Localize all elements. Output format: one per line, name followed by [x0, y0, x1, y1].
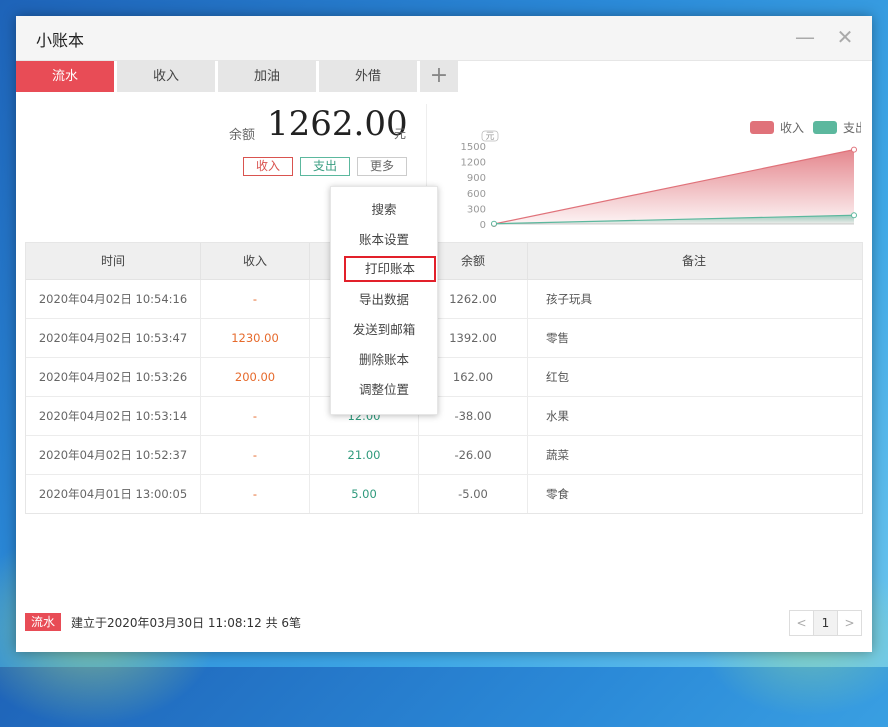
cell-time: 2020年04月02日 10:53:47 — [26, 319, 201, 357]
cell-time: 2020年04月02日 10:53:26 — [26, 358, 201, 396]
cell-time: 2020年04月02日 10:54:16 — [26, 280, 201, 318]
transactions-table: 时间 收入 支出 余额 备注 2020年04月02日 10:54:16 - 12… — [25, 242, 863, 514]
cell-note: 零食 — [546, 487, 569, 501]
cell-note: 水果 — [546, 409, 569, 423]
cell-time: 2020年04月02日 10:52:37 — [26, 436, 201, 474]
cell-income: - — [201, 475, 310, 513]
table-row[interactable]: 2020年04月01日 13:00:05 - 5.00 -5.00 零食 — [26, 475, 862, 513]
prev-page-button[interactable]: < — [790, 611, 813, 635]
y-tick-label: 300 — [467, 204, 486, 215]
balance-label: 余额 — [229, 128, 256, 143]
cell-income: - — [201, 397, 310, 435]
footer-status: 建立于2020年03月30日 11:08:12 共 6笔 — [71, 616, 302, 630]
minimize-icon[interactable]: — — [794, 26, 816, 48]
pagination: < 1 > — [789, 610, 862, 636]
y-tick-label: 1200 — [461, 158, 486, 169]
footer-tag: 流水 — [25, 613, 62, 631]
more-button[interactable]: 更多 — [357, 157, 407, 176]
menu-item-export-data[interactable]: 导出数据 — [331, 285, 437, 315]
more-dropdown-menu: 搜索 账本设置 打印账本 导出数据 发送到邮箱 删除账本 调整位置 — [330, 186, 438, 415]
legend-swatch-1 — [813, 121, 837, 134]
menu-item-adjust-position[interactable]: 调整位置 — [331, 375, 437, 405]
table-row[interactable]: 2020年04月02日 10:52:37 - 21.00 -26.00 蔬菜 — [26, 436, 862, 475]
table-header: 时间 收入 支出 余额 备注 — [26, 243, 862, 280]
cell-income: - — [201, 436, 310, 474]
cell-balance: -5.00 — [419, 475, 528, 513]
balance-chart: 030060090012001500元04/0104/02收入支出 — [461, 121, 861, 231]
cell-income: 200.00 — [201, 358, 310, 396]
balance-unit: 元 — [394, 127, 407, 141]
tab-liushui[interactable]: 流水 — [16, 61, 115, 92]
legend-label-1: 支出 — [843, 121, 861, 135]
series-point-0 — [851, 146, 857, 153]
cell-income: - — [201, 280, 310, 318]
series-point-1 — [851, 212, 857, 219]
cell-balance: -26.00 — [419, 436, 528, 474]
cell-time: 2020年04月01日 13:00:05 — [26, 475, 201, 513]
legend-swatch-0 — [750, 121, 774, 134]
balance-value: 1262.00 — [267, 104, 408, 144]
cell-expense: 21.00 — [310, 436, 419, 474]
series-point-1 — [491, 220, 497, 227]
cell-note: 蔬菜 — [546, 448, 569, 462]
next-page-button[interactable]: > — [838, 611, 861, 635]
menu-item-search[interactable]: 搜索 — [331, 195, 437, 225]
y-tick-label: 600 — [467, 189, 486, 200]
cell-note: 零售 — [546, 331, 569, 345]
legend-label-0: 收入 — [780, 121, 804, 135]
close-icon[interactable]: ✕ — [834, 26, 856, 48]
add-income-button[interactable]: 收入 — [243, 157, 293, 176]
y-tick-label: 1500 — [461, 142, 486, 153]
menu-item-book-settings[interactable]: 账本设置 — [331, 225, 437, 255]
y-tick-label: 900 — [467, 173, 486, 184]
menu-item-send-email[interactable]: 发送到邮箱 — [331, 315, 437, 345]
cell-time: 2020年04月02日 10:53:14 — [26, 397, 201, 435]
y-unit-label: 元 — [485, 132, 494, 142]
table-row[interactable]: 2020年04月02日 10:53:47 1230.00 1392.00 零售 — [26, 319, 862, 358]
column-header-income[interactable]: 收入 — [201, 243, 310, 279]
y-tick-label: 0 — [480, 220, 486, 231]
window-title: 小账本 — [36, 31, 85, 50]
column-header-note[interactable]: 备注 — [528, 243, 860, 279]
title-bar: 小账本 — ✕ — [16, 16, 872, 61]
add-expense-button[interactable]: 支出 — [300, 157, 350, 176]
tab-income[interactable]: 收入 — [117, 61, 216, 92]
table-row[interactable]: 2020年04月02日 10:54:16 - 1262.00 孩子玩具 — [26, 280, 862, 319]
tab-loan[interactable]: 外借 — [319, 61, 418, 92]
plus-icon[interactable]: + — [420, 61, 458, 92]
table-row[interactable]: 2020年04月02日 10:53:26 200.00 162.00 红包 — [26, 358, 862, 397]
menu-item-print-book[interactable]: 打印账本 — [344, 256, 436, 282]
table-row[interactable]: 2020年04月02日 10:53:14 - 12.00 -38.00 水果 — [26, 397, 862, 436]
tab-fuel[interactable]: 加油 — [218, 61, 317, 92]
cell-note: 红包 — [546, 370, 569, 384]
app-window: 小账本 — ✕ 流水 收入 加油 外借 + 余额 1262.00 元 收入 支出… — [16, 16, 872, 652]
column-header-time[interactable]: 时间 — [26, 243, 201, 279]
cell-note: 孩子玩具 — [546, 292, 592, 306]
menu-item-delete-book[interactable]: 删除账本 — [331, 345, 437, 375]
cell-income: 1230.00 — [201, 319, 310, 357]
cell-expense: 5.00 — [310, 475, 419, 513]
page-number-button[interactable]: 1 — [813, 611, 838, 635]
